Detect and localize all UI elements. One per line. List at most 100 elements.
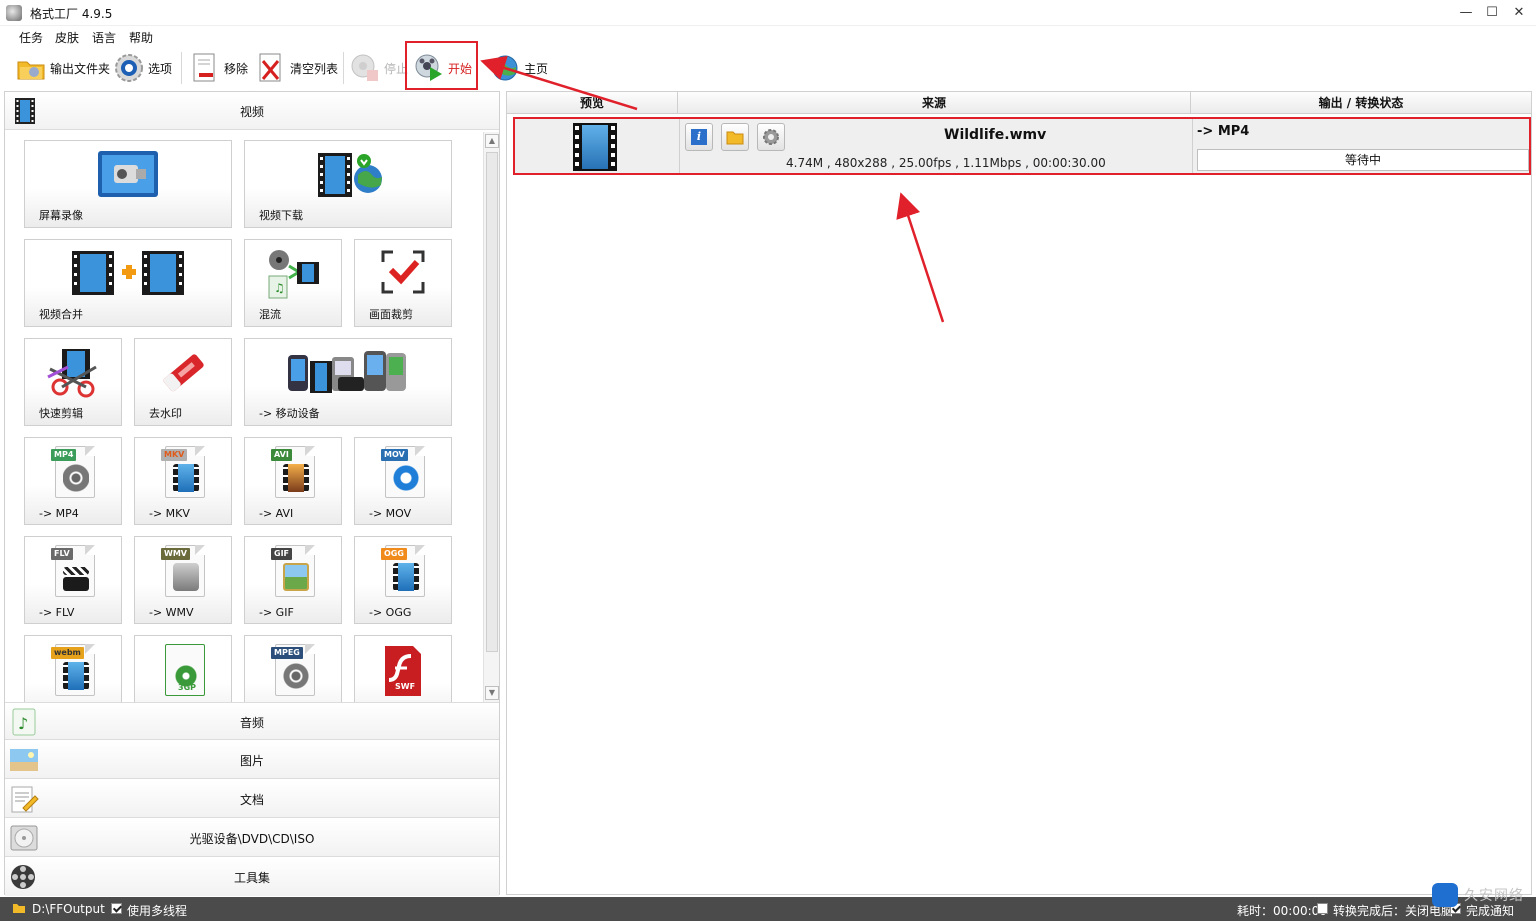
category-tools-label: 工具集 <box>233 871 270 885</box>
minimize-button[interactable]: — <box>1452 2 1480 24</box>
format-badge: webm <box>51 647 84 659</box>
clear-list-button[interactable]: 清空列表 <box>256 50 338 86</box>
maximize-button[interactable]: ☐ <box>1478 2 1506 24</box>
flv-file-icon: FLV <box>49 545 97 597</box>
menu-bar: 任务 皮肤 语言 帮助 <box>0 26 1536 46</box>
tile-crop[interactable]: 画面裁剪 <box>354 239 452 327</box>
tile-label: 视频下载 <box>259 209 303 222</box>
column-output-status[interactable]: 输出 / 转换状态 <box>1191 92 1531 114</box>
mkv-file-icon: MKV <box>159 446 207 498</box>
tile-3gp[interactable]: 3GP <box>134 635 232 702</box>
output-folder-icon <box>12 902 26 917</box>
video-tool-grid: 屏幕录像 视频下载 视频合并 ♫ 混流 画面裁剪 快速剪辑 去水印 -> 移动设… <box>5 130 483 702</box>
tile-mp4[interactable]: MP4 -> MP4 <box>24 437 122 525</box>
format-badge: OGG <box>381 548 407 560</box>
category-tools[interactable]: 工具集 <box>5 858 499 896</box>
webm-file-icon: webm <box>49 644 97 696</box>
after-done-checkbox[interactable] <box>1317 902 1328 916</box>
category-optical-label: 光驱设备\DVD\CD\ISO <box>189 832 315 846</box>
task-list-header: 预览 来源 输出 / 转换状态 <box>507 92 1531 114</box>
tile-avi[interactable]: AVI -> AVI <box>244 437 342 525</box>
tile-video-download[interactable]: 视频下载 <box>244 140 452 228</box>
category-optical[interactable]: 光驱设备\DVD\CD\ISO <box>5 819 499 857</box>
format-badge: GIF <box>271 548 293 560</box>
tile-video-merge[interactable]: 视频合并 <box>24 239 232 327</box>
watermark-logo-icon <box>1432 883 1458 907</box>
format-badge: MOV <box>381 449 408 461</box>
category-audio-label: 音频 <box>239 716 264 730</box>
ogg-file-icon: OGG <box>379 545 427 597</box>
format-badge: MP4 <box>51 449 77 461</box>
tile-label: 屏幕录像 <box>39 209 83 222</box>
category-document-label: 文档 <box>239 793 264 807</box>
menu-language[interactable]: 语言 <box>92 29 116 46</box>
tile-label: 快速剪辑 <box>39 407 83 420</box>
tile-label: 画面裁剪 <box>369 308 413 321</box>
tile-quick-clip[interactable]: 快速剪辑 <box>24 338 122 426</box>
tile-gif[interactable]: GIF -> GIF <box>244 536 342 624</box>
tile-screen-record[interactable]: 屏幕录像 <box>24 140 232 228</box>
format-badge: MKV <box>161 449 188 461</box>
open-folder-button[interactable] <box>721 123 749 151</box>
home-globe-icon <box>490 53 520 83</box>
remove-button[interactable]: 移除 <box>190 50 248 86</box>
output-folder-button[interactable]: 输出文件夹 <box>16 50 110 86</box>
menu-skin[interactable]: 皮肤 <box>55 29 79 46</box>
tile-mux[interactable]: ♫ 混流 <box>244 239 342 327</box>
scissors-film-icon <box>46 347 100 402</box>
task-row[interactable]: i Wildlife.wmv 4.74M , 480x288 , 25.00fp… <box>513 117 1531 175</box>
home-label: 主页 <box>524 61 549 76</box>
task-source-cell: i Wildlife.wmv 4.74M , 480x288 , 25.00fp… <box>680 119 1193 173</box>
elapsed-time: 耗时：00:00:00 <box>1237 904 1327 918</box>
video-thumbnail-icon <box>571 122 619 175</box>
close-button[interactable]: ✕ <box>1505 2 1533 24</box>
multithread-checkbox[interactable] <box>111 902 122 916</box>
tile-mkv[interactable]: MKV -> MKV <box>134 437 232 525</box>
category-video[interactable]: 视频 <box>5 92 499 130</box>
options-label: 选项 <box>148 61 173 76</box>
tile-mov[interactable]: MOV -> MOV <box>354 437 452 525</box>
tile-label: 去水印 <box>149 407 182 420</box>
clear-list-icon <box>256 53 286 83</box>
tile-remove-watermark[interactable]: 去水印 <box>134 338 232 426</box>
stop-button[interactable]: 停止 <box>350 50 408 86</box>
tile-swf[interactable]: SWF <box>354 635 452 702</box>
category-image[interactable]: 图片 <box>5 741 499 779</box>
tile-label: -> AVI <box>259 507 294 520</box>
category-audio[interactable]: ♪ 音频 <box>5 702 499 740</box>
tile-label: -> MOV <box>369 507 412 520</box>
options-button[interactable]: 选项 <box>114 50 172 86</box>
tile-label: -> 移动设备 <box>259 407 320 420</box>
mux-icon: ♫ <box>265 248 321 303</box>
multithread-label: 使用多线程 <box>127 904 188 918</box>
tile-mpeg[interactable]: MPEG <box>244 635 342 702</box>
tile-flv[interactable]: FLV -> FLV <box>24 536 122 624</box>
tile-mobile-device[interactable]: -> 移动设备 <box>244 338 452 426</box>
info-button[interactable]: i <box>685 123 713 151</box>
tile-ogg[interactable]: OGG -> OGG <box>354 536 452 624</box>
wmv-file-icon: WMV <box>159 545 207 597</box>
task-output-format: -> MP4 <box>1197 124 1250 139</box>
tile-label: -> FLV <box>39 606 75 619</box>
title-bar: 格式工厂 4.9.5 — ☐ ✕ <box>0 0 1536 26</box>
tile-webm[interactable]: webm <box>24 635 122 702</box>
task-status: 等待中 <box>1197 149 1529 171</box>
crop-check-icon <box>379 248 427 299</box>
column-preview[interactable]: 预览 <box>507 92 678 114</box>
menu-task[interactable]: 任务 <box>19 29 43 46</box>
output-path[interactable]: D:\FFOutput <box>32 902 105 916</box>
task-settings-button[interactable] <box>757 123 785 151</box>
folder-icon <box>726 131 744 145</box>
column-source[interactable]: 来源 <box>678 92 1191 114</box>
home-button[interactable]: 主页 <box>490 50 548 86</box>
tiles-scrollbar[interactable]: ▲ ▼ <box>483 132 499 702</box>
format-badge: WMV <box>161 548 190 560</box>
category-document[interactable]: 文档 <box>5 780 499 818</box>
menu-help[interactable]: 帮助 <box>129 29 153 46</box>
scroll-thumb[interactable] <box>486 152 498 652</box>
clear-list-label: 清空列表 <box>290 61 339 76</box>
gif-file-icon: GIF <box>269 545 317 597</box>
scroll-up-arrow[interactable]: ▲ <box>485 134 499 148</box>
tile-wmv[interactable]: WMV -> WMV <box>134 536 232 624</box>
scroll-down-arrow[interactable]: ▼ <box>485 686 499 700</box>
